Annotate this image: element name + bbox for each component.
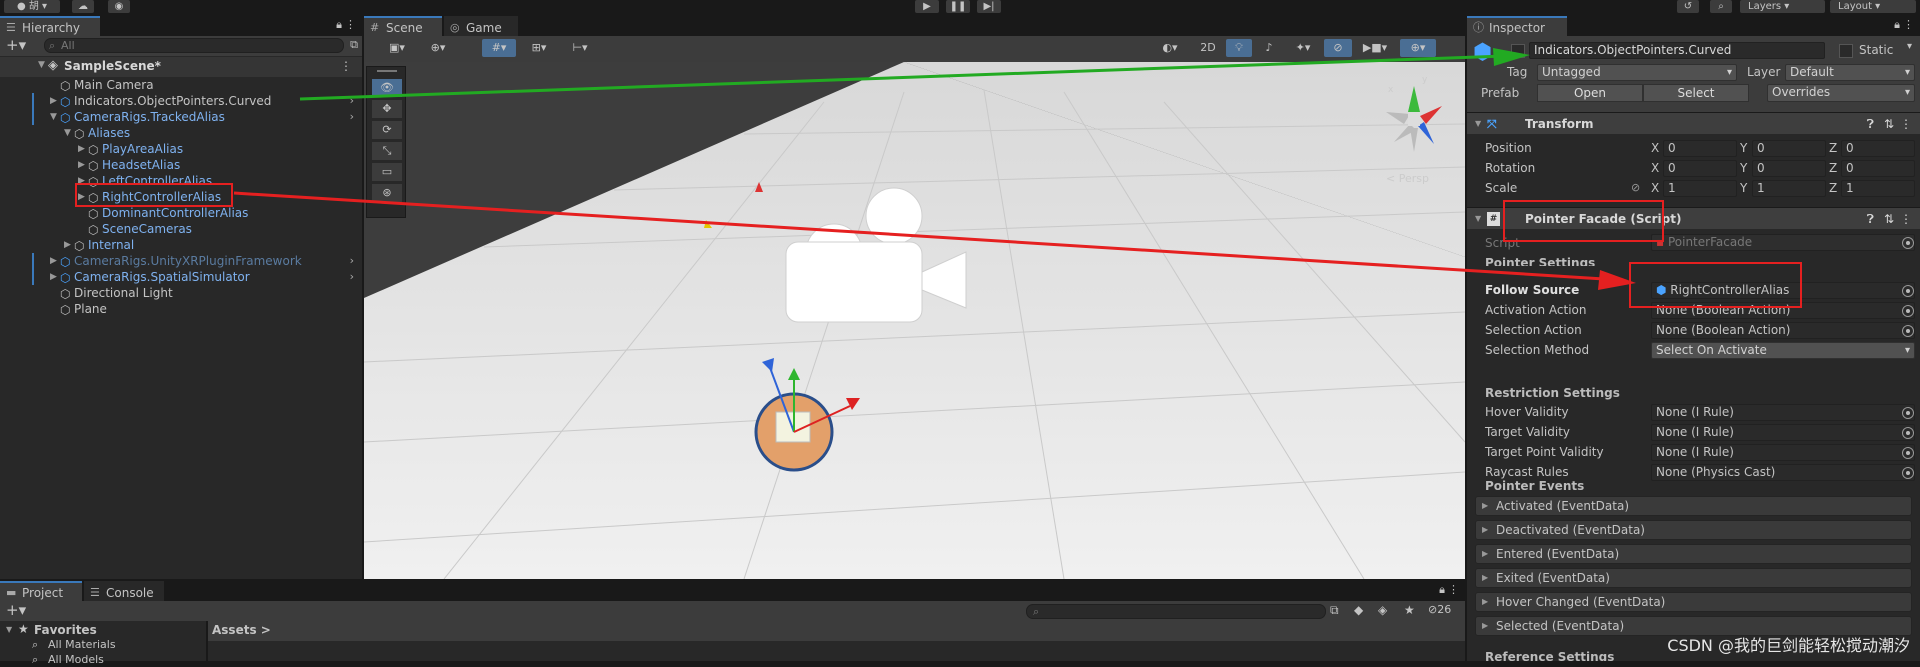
green-arrow-icon	[299, 48, 1530, 101]
red-arrow-icon	[233, 191, 1636, 290]
watermark-text: CSDN @我的巨剑能轻松搅动潮汐	[1667, 636, 1910, 655]
annotation-overlay	[233, 48, 1636, 290]
